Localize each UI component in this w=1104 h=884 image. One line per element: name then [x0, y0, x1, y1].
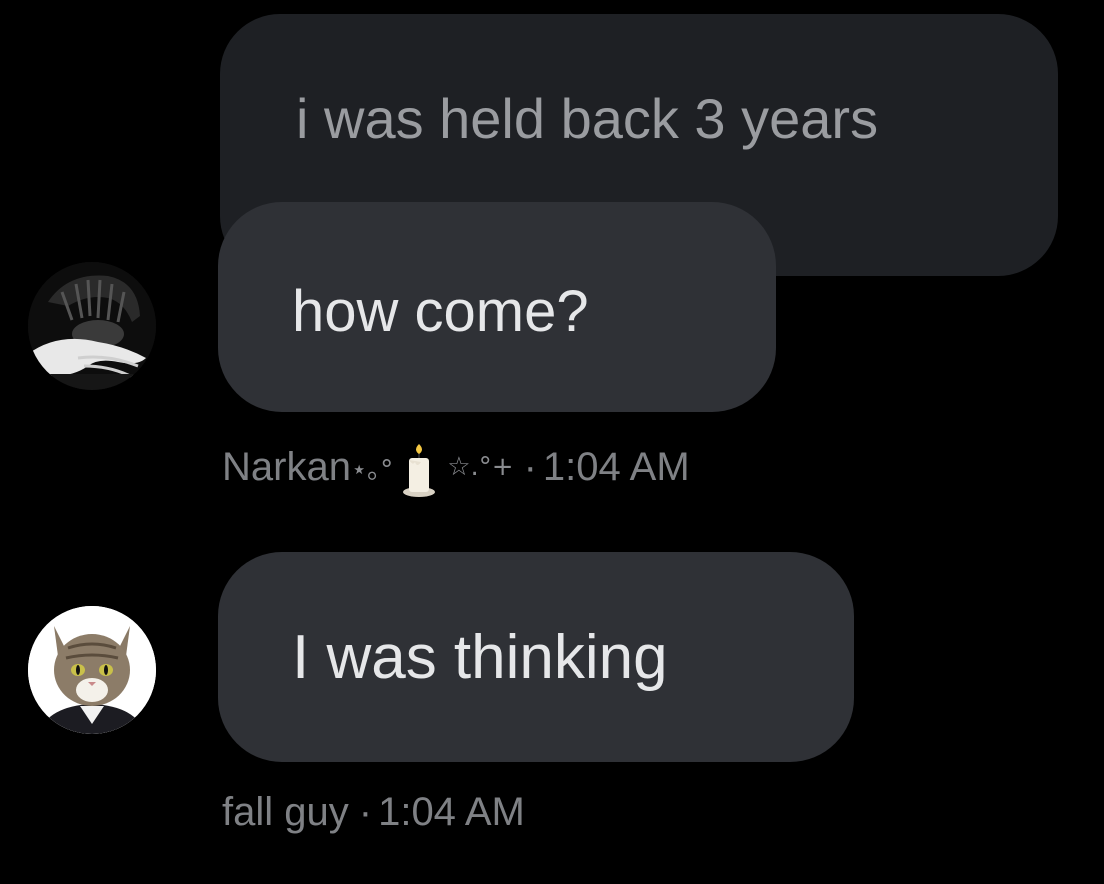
message-time: 1:04 AM: [378, 790, 525, 834]
candle-icon: [401, 444, 437, 498]
person-avatar-icon: [28, 262, 156, 390]
message-text: how come?: [292, 279, 589, 344]
message-bubble[interactable]: I was thinking: [218, 552, 854, 762]
quoted-message-text: i was held back 3 years: [296, 87, 879, 150]
sender-decoration-left: ⋆｡°: [350, 454, 394, 485]
sender-avatar-narkan[interactable]: [28, 262, 156, 390]
message-meta: Narkan ⋆｡° ☆.°+ · 1:04 AM: [222, 440, 690, 497]
message-text: I was thinking: [292, 623, 668, 692]
message-time: 1:04 AM: [542, 444, 690, 489]
sender-name[interactable]: Narkan: [222, 445, 351, 490]
sender-avatar-fall-guy[interactable]: [28, 606, 156, 734]
cat-avatar-icon: [28, 606, 156, 734]
sender-name[interactable]: fall guy: [222, 790, 349, 835]
sender-decoration-right: ☆.°+: [447, 452, 514, 482]
message-bubble[interactable]: how come?: [218, 202, 776, 412]
meta-separator: ·: [358, 790, 373, 834]
message-meta: fall guy · 1:04 AM: [222, 790, 525, 835]
meta-separator: ·: [523, 444, 537, 489]
